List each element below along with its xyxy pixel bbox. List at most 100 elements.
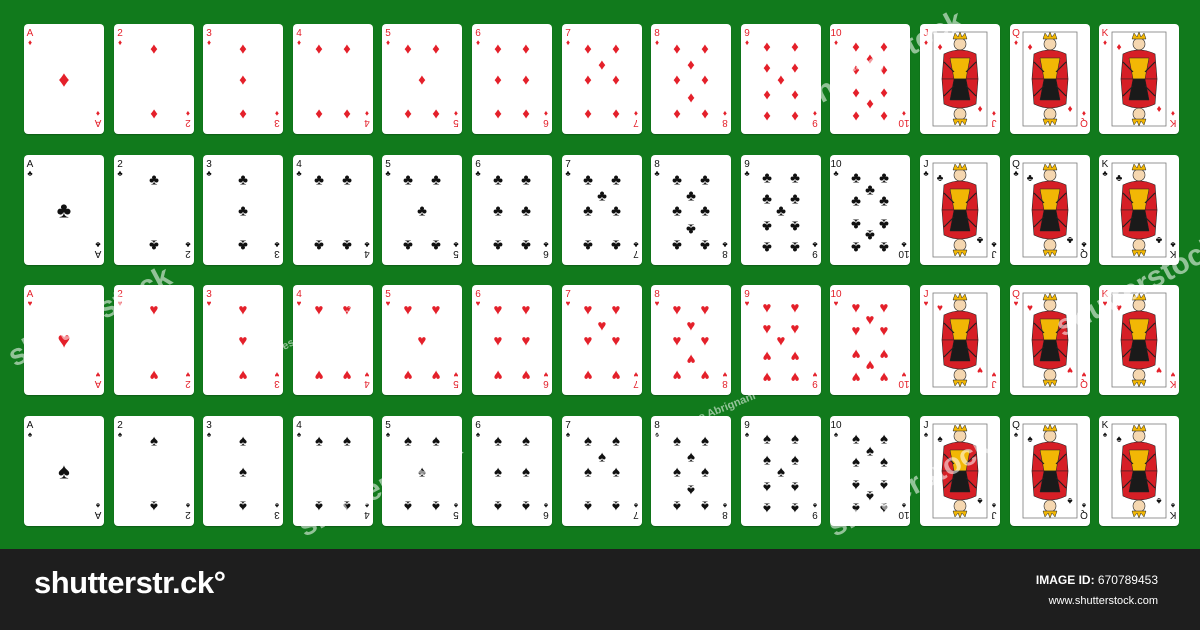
clubs-pip-icon: ♣ xyxy=(851,238,861,255)
hearts-pip-icon: ♥ xyxy=(673,332,682,349)
clubs-pip-icon: ♣ xyxy=(583,171,593,188)
spades-pip-icon: ♠ xyxy=(701,463,709,480)
card-3-of-clubs[interactable]: 3 ♣ 3 ♣ ♣ ♣ ♣ xyxy=(203,154,284,265)
card-3-of-diamonds[interactable]: 3 ♦ 3 ♦ ♦ ♦ ♦ xyxy=(203,24,284,134)
card-8-of-spades[interactable]: 8 ♠ 8 ♠ ♠ ♠ ♠ ♠ ♠ ♠ ♠ ♠ xyxy=(651,415,732,526)
card-4-of-diamonds[interactable]: 4 ♦ 4 ♦ ♦ ♦ ♦ ♦ xyxy=(292,24,373,134)
card-6-of-diamonds[interactable]: 6 ♦ 6 ♦ ♦ ♦ ♦ ♦ ♦ ♦ xyxy=(472,24,552,134)
diamonds-pip-icon: ♦ xyxy=(763,86,771,103)
spades-suit-icon: ♠ xyxy=(543,501,548,510)
card-q-of-clubs[interactable]: Q ♣ Q ♣ ♣ ♣ xyxy=(1009,154,1090,265)
card-9-of-hearts[interactable]: 9 ♥ 9 ♥ ♥ ♥ ♥ ♥ ♥ ♥ ♥ ♥ ♥ xyxy=(740,285,821,395)
card-3-of-spades[interactable]: 3 ♠ 3 ♠ ♠ ♠ ♠ xyxy=(203,415,284,526)
card-5-of-hearts[interactable]: 5 ♥ 5 ♥ ♥ ♥ ♥ ♥ ♥ xyxy=(382,285,463,395)
spades-suit-icon: ♠ xyxy=(364,501,369,510)
card-4-of-clubs[interactable]: 4 ♣ 4 ♣ ♣ ♣ ♣ ♣ xyxy=(292,154,373,265)
diamonds-pip-icon: ♦ xyxy=(432,105,440,122)
card-6-of-spades[interactable]: 6 ♠ 6 ♠ ♠ ♠ ♠ ♠ ♠ ♠ xyxy=(472,415,552,526)
card-9-of-spades[interactable]: 9 ♠ 9 ♠ ♠ ♠ ♠ ♠ ♠ ♠ ♠ ♠ ♠ xyxy=(740,415,821,526)
hearts-pip-icon: ♥ xyxy=(701,366,710,383)
card-k-of-spades[interactable]: K ♠ K ♠ ♠ ♠ xyxy=(1099,415,1180,526)
card-9-of-clubs[interactable]: 9 ♣ 9 ♣ ♣ ♣ ♣ ♣ ♣ ♣ ♣ ♣ ♣ xyxy=(740,154,821,265)
card-8-of-diamonds[interactable]: 8 ♦ 8 ♦ ♦ ♦ ♦ ♦ ♦ ♦ ♦ ♦ xyxy=(651,24,732,134)
spades-pip-icon: ♠ xyxy=(687,481,695,498)
card-2-of-spades[interactable]: 2 ♠ 2 ♠ ♠ ♠ xyxy=(113,415,194,526)
diamonds-suit-icon: ♦ xyxy=(655,38,659,47)
hearts-pip-icon: ♥ xyxy=(776,332,785,349)
card-2-of-diamonds[interactable]: 2 ♦ 2 ♦ ♦ ♦ xyxy=(113,24,194,134)
card-5-of-clubs[interactable]: 5 ♣ 5 ♣ ♣ ♣ ♣ ♣ ♣ xyxy=(382,154,463,265)
clubs-pip-icon: ♣ xyxy=(403,171,413,188)
clubs-pip-icon: ♣ xyxy=(672,202,682,219)
spades-pip-icon: ♠ xyxy=(343,432,351,449)
hearts-suit-icon: ♥ xyxy=(1013,299,1018,308)
card-q-of-diamonds[interactable]: Q ♦ Q ♦ ♦ ♦ xyxy=(1009,24,1090,134)
diamonds-pip-icon: ♦ xyxy=(977,103,982,114)
card-10-of-spades[interactable]: 10 ♠ 10 ♠ ♠ ♠ ♠ ♠ ♠ ♠ ♠ ♠ ♠ ♠ xyxy=(830,415,911,526)
diamonds-suit-icon: ♦ xyxy=(544,109,548,118)
card-j-of-clubs[interactable]: J ♣ J ♣ ♣ ♣ xyxy=(920,154,1000,265)
spades-suit-icon: ♠ xyxy=(274,501,279,510)
card-face: A♣A♣♣ xyxy=(27,159,102,259)
card-j-of-hearts[interactable]: J ♥ J ♥ ♥ ♥ xyxy=(920,285,1000,395)
card-q-of-spades[interactable]: Q ♠ Q ♠ ♠ ♠ xyxy=(1009,415,1090,526)
card-7-of-spades[interactable]: 7 ♠ 7 ♠ ♠ ♠ ♠ ♠ ♠ ♠ ♠ xyxy=(561,415,642,526)
card-k-of-hearts[interactable]: K ♥ K ♥ ♥ ♥ xyxy=(1099,285,1180,395)
diamonds-pip-icon: ♦ xyxy=(880,84,888,101)
hearts-suit-icon: ♥ xyxy=(655,299,660,308)
clubs-pip-icon: ♣ xyxy=(851,192,861,209)
hearts-suit-icon: ♥ xyxy=(296,299,301,308)
hearts-pip-icon: ♥ xyxy=(1116,303,1122,314)
card-j-of-diamonds[interactable]: J ♦ J ♦ ♦ ♦ xyxy=(920,24,1000,134)
diamonds-pip-icon: ♦ xyxy=(419,71,427,88)
hearts-pip-icon: ♥ xyxy=(583,301,592,318)
image-id-value: 670789453 xyxy=(1097,573,1158,587)
card-face: 5♦5♦♦ ♦♦♦ ♦ xyxy=(386,28,460,128)
card-k-of-clubs[interactable]: K ♣ K ♣ ♣ ♣ xyxy=(1099,154,1180,265)
hearts-suit-icon: ♥ xyxy=(95,370,100,379)
card-7-of-hearts[interactable]: 7 ♥ 7 ♥ ♥ ♥ ♥ ♥ ♥ ♥ ♥ xyxy=(561,285,642,395)
diamonds-pip-icon: ♦ xyxy=(522,40,530,57)
card-2-of-hearts[interactable]: 2 ♥ 2 ♥ ♥ ♥ xyxy=(113,285,194,395)
card-2-of-clubs[interactable]: 2 ♣ 2 ♣ ♣ ♣ xyxy=(113,154,194,265)
spades-suit-icon: ♠ xyxy=(185,501,190,510)
card-4-of-hearts[interactable]: 4 ♥ 4 ♥ ♥ ♥ ♥ ♥ xyxy=(292,285,373,395)
card-8-of-hearts[interactable]: 8 ♥ 8 ♥ ♥ ♥ ♥ ♥ ♥ ♥ ♥ ♥ xyxy=(651,285,732,395)
card-10-of-clubs[interactable]: 10 ♣ 10 ♣ ♣ ♣ ♣ ♣ ♣ ♣ ♣ ♣ ♣ ♣ xyxy=(830,154,911,265)
card-4-of-spades[interactable]: 4 ♠ 4 ♠ ♠ ♠ ♠ ♠ xyxy=(292,415,373,526)
hearts-pip-icon: ♥ xyxy=(418,332,427,349)
spades-suit-icon: ♠ xyxy=(454,501,459,510)
card-10-of-hearts[interactable]: 10 ♥ 10 ♥ ♥ ♥ ♥ ♥ ♥ ♥ ♥ ♥ ♥ ♥ xyxy=(830,285,911,395)
spades-suit-icon: ♠ xyxy=(834,430,839,439)
card-10-of-diamonds[interactable]: 10 ♦ 10 ♦ ♦ ♦ ♦ ♦ ♦ ♦ ♦ ♦ ♦ ♦ xyxy=(830,24,911,134)
card-6-of-clubs[interactable]: 6 ♣ 6 ♣ ♣ ♣ ♣ ♣ ♣ ♣ xyxy=(472,154,552,265)
card-k-of-diamonds[interactable]: K ♦ K ♦ ♦ ♦ xyxy=(1099,24,1180,134)
card-9-of-diamonds[interactable]: 9 ♦ 9 ♦ ♦ ♦ ♦ ♦ ♦ ♦ ♦ ♦ ♦ xyxy=(740,24,821,134)
card-5-of-spades[interactable]: 5 ♠ 5 ♠ ♠ ♠ ♠ ♠ ♠ xyxy=(382,415,463,526)
hearts-suit-icon: ♥ xyxy=(185,370,190,379)
card-face: 9♦9♦♦ ♦♦ ♦♦♦ ♦♦ ♦ xyxy=(744,28,818,128)
hearts-pip-icon: ♥ xyxy=(701,332,710,349)
hearts-suit-icon: ♥ xyxy=(834,299,839,308)
card-6-of-hearts[interactable]: 6 ♥ 6 ♥ ♥ ♥ ♥ ♥ ♥ ♥ xyxy=(472,285,552,395)
card-q-of-hearts[interactable]: Q ♥ Q ♥ ♥ ♥ xyxy=(1009,285,1090,395)
card-5-of-diamonds[interactable]: 5 ♦ 5 ♦ ♦ ♦ ♦ ♦ ♦ xyxy=(382,24,463,134)
card-3-of-hearts[interactable]: 3 ♥ 3 ♥ ♥ ♥ ♥ xyxy=(203,285,284,395)
spades-suit-icon: ♠ xyxy=(28,430,33,439)
hearts-pip-icon: ♥ xyxy=(790,368,799,385)
diamonds-pip-icon: ♦ xyxy=(1067,103,1072,114)
card-7-of-diamonds[interactable]: 7 ♦ 7 ♦ ♦ ♦ ♦ ♦ ♦ ♦ ♦ xyxy=(561,24,642,134)
card-a-of-hearts[interactable]: A ♥ A ♥ ♥ xyxy=(24,285,104,395)
hearts-pip-icon: ♥ xyxy=(404,366,413,383)
card-8-of-clubs[interactable]: 8 ♣ 8 ♣ ♣ ♣ ♣ ♣ ♣ ♣ ♣ ♣ xyxy=(651,154,732,265)
clubs-pip-icon: ♣ xyxy=(417,202,427,219)
clubs-pip-icon: ♣ xyxy=(611,202,621,219)
card-a-of-spades[interactable]: A ♠ A ♠ ♠ xyxy=(24,415,104,526)
card-a-of-clubs[interactable]: A ♣ A ♣ ♣ xyxy=(24,154,104,265)
card-7-of-clubs[interactable]: 7 ♣ 7 ♣ ♣ ♣ ♣ ♣ ♣ ♣ ♣ xyxy=(561,154,642,265)
spades-pip-icon: ♠ xyxy=(432,497,440,514)
diamonds-pip-icon: ♦ xyxy=(791,38,799,55)
card-j-of-spades[interactable]: J ♠ J ♠ ♠ ♠ xyxy=(920,415,1000,526)
card-a-of-diamonds[interactable]: A ♦ A ♦ ♦ xyxy=(24,24,104,134)
clubs-pip-icon: ♣ xyxy=(776,202,786,219)
